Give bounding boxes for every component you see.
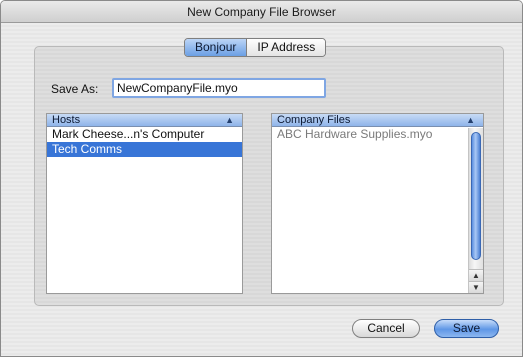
hosts-list[interactable]: Hosts ▲ Mark Cheese...n's Computer Tech …: [46, 113, 243, 294]
scroll-up-arrow-icon[interactable]: ▲: [469, 269, 483, 281]
save-as-input[interactable]: NewCompanyFile.myo: [112, 78, 326, 98]
sort-ascending-icon: ▲: [466, 115, 475, 125]
sort-ascending-icon: ▲: [225, 115, 234, 125]
company-files-scrollbar[interactable]: ▲ ▼: [468, 128, 483, 293]
tab-ip-address[interactable]: IP Address: [247, 39, 326, 56]
host-item-selected[interactable]: Tech Comms: [47, 142, 242, 157]
hosts-column-header[interactable]: Hosts ▲: [47, 114, 242, 127]
company-file-item[interactable]: ABC Hardware Supplies.myo: [272, 127, 483, 142]
source-tab-control: Bonjour IP Address: [184, 38, 327, 57]
file-browser-window: New Company File Browser Bonjour IP Addr…: [0, 0, 523, 357]
window-title: New Company File Browser: [1, 1, 522, 23]
company-files-list[interactable]: Company Files ▲ ABC Hardware Supplies.my…: [271, 113, 484, 294]
window-content: Bonjour IP Address Save As: NewCompanyFi…: [1, 23, 522, 356]
company-files-column-header[interactable]: Company Files ▲: [272, 114, 483, 127]
company-files-header-label: Company Files: [277, 114, 351, 126]
save-button[interactable]: Save: [434, 319, 499, 338]
scrollbar-thumb[interactable]: [471, 132, 481, 260]
scroll-down-arrow-icon[interactable]: ▼: [469, 281, 483, 293]
cancel-button[interactable]: Cancel: [352, 319, 420, 338]
host-item[interactable]: Mark Cheese...n's Computer: [47, 127, 242, 142]
save-as-label: Save As:: [51, 82, 99, 96]
tab-bonjour[interactable]: Bonjour: [185, 39, 248, 56]
hosts-header-label: Hosts: [52, 114, 81, 126]
